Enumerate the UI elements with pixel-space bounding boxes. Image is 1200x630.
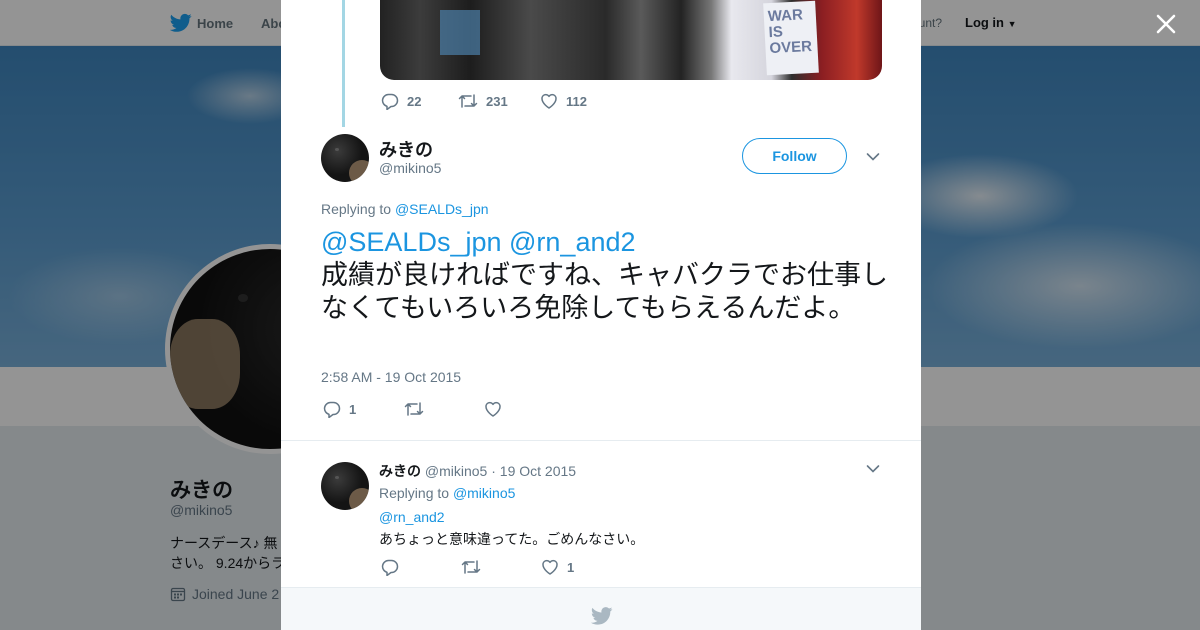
tweet-actions: 1 [323,400,510,418]
tweet-body: 成績が良ければですね、キャバクラでお仕事しなくてもいろいろ免除してもらえるんだよ… [321,260,888,324]
author-name[interactable]: みきの [379,136,433,162]
modal-footer [281,587,921,630]
reply-icon [381,559,399,576]
mention-link[interactable]: @SEALDs_jpn [321,227,502,257]
reply-author-avatar[interactable] [321,462,369,510]
like-button[interactable]: 112 [540,92,587,110]
divider [281,440,921,441]
tweet-text: @SEALDs_jpn @rn_and2 成績が良ければですね、キャバクラでお仕… [321,226,891,325]
follow-button[interactable]: Follow [742,138,847,174]
retweet-count: 231 [486,93,508,109]
retweet-icon [404,402,424,416]
like-button[interactable]: 1 [541,558,574,576]
retweet-icon [461,560,481,574]
reply-text: あちょっと意味違ってた。ごめんなさい。 [379,532,645,548]
mention-link[interactable]: @rn_and2 [509,227,636,257]
reply-count: 1 [349,401,357,417]
reply-author-handle[interactable]: @mikino5 [425,463,487,479]
reply-icon [381,93,399,110]
like-count: 112 [566,93,587,109]
retweet-icon [458,94,478,108]
author-handle[interactable]: @mikino5 [379,160,441,176]
photo-sign: WAR IS OVER [763,0,819,76]
author-avatar[interactable] [321,134,369,182]
close-icon[interactable] [1152,10,1180,38]
tweet-modal: WAR IS OVER 22 231 112 みきの @mikino5 Foll… [281,0,921,630]
replying-to: Replying to @SEALDs_jpn [321,201,489,217]
reply-button[interactable]: 1 [323,400,404,418]
previous-tweet-photo[interactable]: WAR IS OVER [380,0,882,80]
like-icon [542,559,558,575]
replying-prefix: Replying to [379,485,450,501]
like-count: 1 [567,559,575,575]
reply-header: みきの @mikino5 · 19 Oct 2015 [379,461,576,481]
previous-tweet-actions: 22 231 112 [381,92,587,110]
reply-count: 22 [407,93,422,109]
like-icon [541,93,557,109]
twitter-bird-icon[interactable] [591,607,613,625]
replying-to-link[interactable]: @SEALDs_jpn [395,201,489,217]
thread-connector-line [342,0,345,127]
chevron-down-icon[interactable] [866,464,880,474]
reply-replying-to: Replying to @mikino5 [379,485,515,501]
retweet-button[interactable]: 231 [458,92,540,110]
reply-date[interactable]: 19 Oct 2015 [500,463,576,479]
reply-button[interactable]: 22 [381,92,458,110]
replying-to-link[interactable]: @mikino5 [453,485,515,501]
tweet-mentions: @SEALDs_jpn @rn_and2 [321,226,891,259]
reply-icon [323,401,341,418]
separator: · [491,463,496,479]
chevron-down-icon[interactable] [866,152,880,162]
reply-button[interactable] [381,558,461,576]
like-button[interactable] [484,400,510,418]
reply-author-name[interactable]: みきの [379,463,421,479]
mention-link[interactable]: @rn_and2 [379,509,445,525]
retweet-button[interactable] [461,558,541,576]
like-icon [485,401,501,417]
retweet-button[interactable] [404,400,484,418]
tweet-timestamp[interactable]: 2:58 AM - 19 Oct 2015 [321,369,461,385]
replying-prefix: Replying to [321,201,392,217]
reply-tweet-actions: 1 [381,558,574,576]
